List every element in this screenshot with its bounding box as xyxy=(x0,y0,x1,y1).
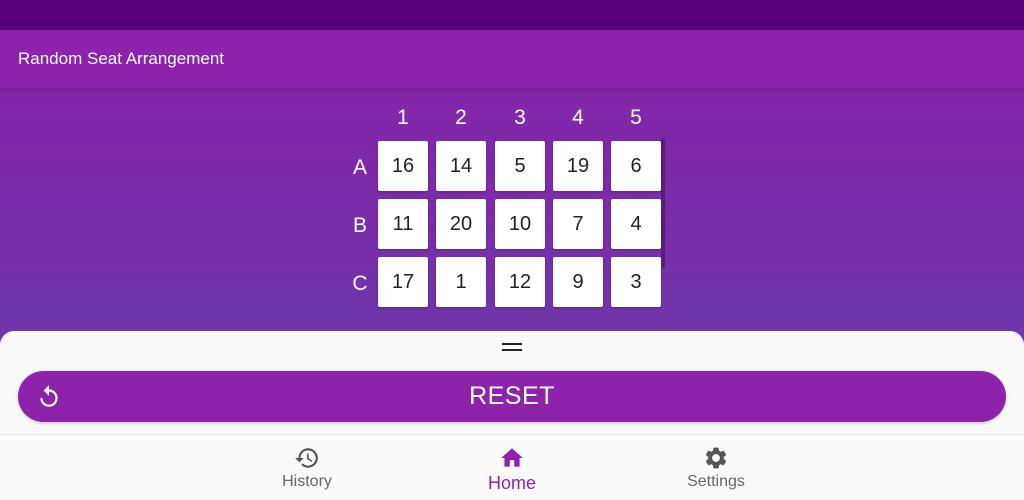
seat-cell[interactable]: 12 xyxy=(495,257,545,307)
seat-cell[interactable]: 19 xyxy=(553,141,603,191)
seat-cell[interactable]: 11 xyxy=(378,199,428,249)
seat-cell[interactable]: 14 xyxy=(436,141,486,191)
row-header: A xyxy=(352,156,367,179)
column-header: 4 xyxy=(572,106,584,129)
seat-cell[interactable]: 20 xyxy=(436,199,486,249)
column-header: 1 xyxy=(397,106,409,129)
seat-cell[interactable]: 3 xyxy=(611,257,661,307)
app-bar: Random Seat Arrangement xyxy=(0,30,1024,88)
drag-handle[interactable] xyxy=(502,343,522,351)
seat-cell[interactable]: 16 xyxy=(378,141,428,191)
nav-label-history: History xyxy=(282,473,332,490)
bottom-sheet: RESET xyxy=(0,331,1024,434)
seat-cell[interactable]: 4 xyxy=(611,199,661,249)
history-icon xyxy=(295,448,318,468)
row-header: C xyxy=(352,272,368,295)
column-header: 3 xyxy=(514,106,526,129)
seat-grid: 1 2 3 4 5 A 16 14 5 19 6 B 11 20 10 7 4 … xyxy=(0,88,1024,334)
seat-cell[interactable]: 17 xyxy=(378,257,428,307)
seat-cell[interactable]: 6 xyxy=(611,141,661,191)
reset-icon xyxy=(40,385,58,407)
row-header: B xyxy=(352,214,367,237)
reset-label: RESET xyxy=(469,382,555,410)
seat-cell[interactable]: 10 xyxy=(495,199,545,249)
gear-icon xyxy=(705,447,727,469)
app-title: Random Seat Arrangement xyxy=(18,49,225,68)
seat-cell[interactable]: 9 xyxy=(553,257,603,307)
seat-cell[interactable]: 7 xyxy=(553,199,603,249)
bottom-navigation: History Home Settings xyxy=(0,434,1024,500)
seat-cell[interactable]: 1 xyxy=(436,257,486,307)
column-header: 5 xyxy=(630,106,642,129)
seat-cell[interactable]: 5 xyxy=(495,141,545,191)
status-bar xyxy=(0,0,1024,30)
nav-label-home: Home xyxy=(487,473,536,493)
nav-item-history[interactable]: History xyxy=(247,435,367,500)
column-header: 2 xyxy=(455,106,467,129)
scroll-indicator[interactable] xyxy=(661,138,665,268)
home-icon xyxy=(501,448,523,467)
nav-item-home[interactable]: Home xyxy=(452,435,572,500)
reset-button[interactable]: RESET xyxy=(18,371,1006,422)
nav-item-settings[interactable]: Settings xyxy=(656,435,776,500)
nav-label-settings: Settings xyxy=(687,473,745,490)
